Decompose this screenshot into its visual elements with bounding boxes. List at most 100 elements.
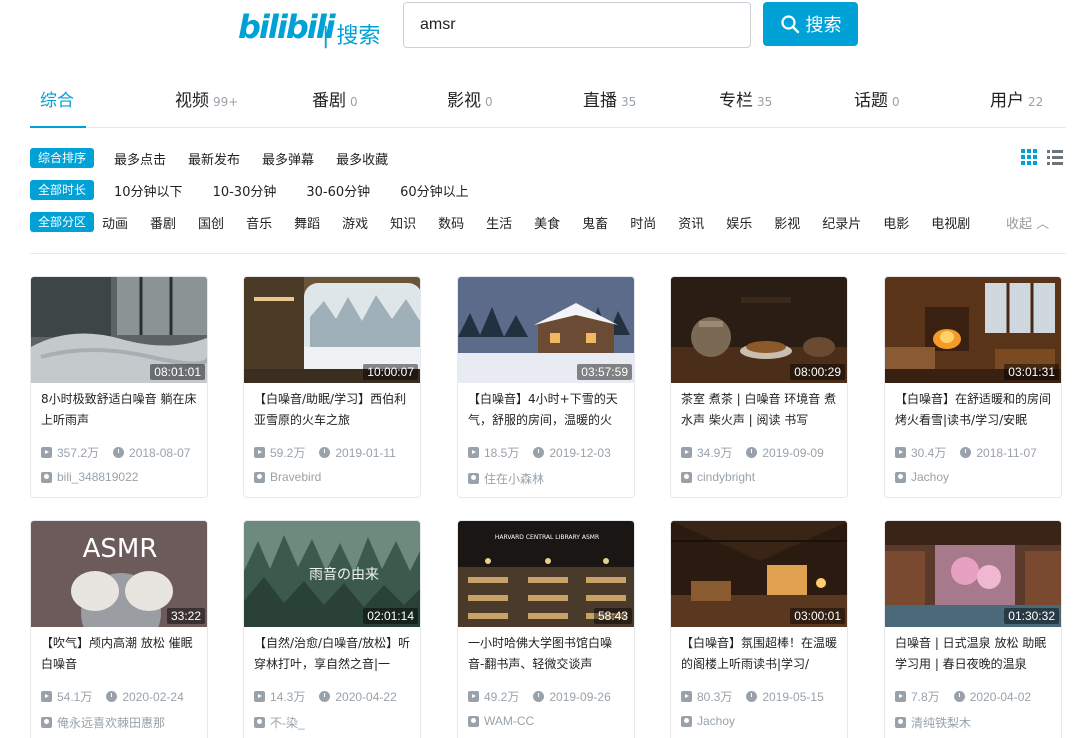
duration-option[interactable]: 10分钟以下 [114,181,183,200]
uploader[interactable]: WAM-CC [468,714,534,728]
tab-count: 22 [1028,95,1044,109]
video-thumbnail[interactable]: 03:57:59 [458,277,634,383]
video-title[interactable]: 8小时极致舒适白噪音 躺在床上听雨声 [41,389,201,431]
duration-option[interactable]: 30-60分钟 [306,181,370,200]
uploader-icon [41,717,52,728]
header: bilibili | 搜索 搜索 [0,0,1080,52]
video-card[interactable]: ASMR 33:22 【吹气】颅内高潮 放松 催眠 白噪音 54.1万 2020… [30,520,208,738]
tab-label: 话题 [854,91,888,111]
video-title[interactable]: 茶室 煮茶 | 白噪音 环境音 煮水声 柴火声 | 阅读 书写 [681,389,841,431]
tab-label: 用户 [990,91,1024,111]
play-count-icon [254,447,265,458]
video-thumbnail[interactable]: 03:00:01 [671,521,847,627]
video-thumbnail[interactable]: 08:01:01 [31,277,207,383]
zone-option[interactable]: 番剧 [150,213,176,232]
uploader[interactable]: Bravebird [254,470,321,484]
uploader[interactable]: 不-染_ [254,714,305,731]
zone-option[interactable]: 音乐 [246,213,272,232]
video-title[interactable]: 【白噪音】氛围超棒！在温暖的阁楼上听雨读书|学习/ [681,633,841,675]
uploader[interactable]: cindybright [681,470,755,484]
duration-option[interactable]: 10-30分钟 [213,181,277,200]
zone-all-chip[interactable]: 全部分区 [30,212,95,232]
uploader[interactable]: 俺永远喜欢棘田惠那 [41,714,165,731]
video-thumbnail[interactable]: ASMR 33:22 [31,521,207,627]
tab-video[interactable]: 视频 99+ [175,86,238,111]
video-card[interactable]: 03:01:31 【白噪音】在舒适暖和的房间烤火看雪|读书/学习/安眠 30.4… [884,276,1062,498]
sort-option[interactable]: 最多收藏 [336,149,388,168]
grid-view-icon[interactable] [1020,148,1038,166]
zone-option[interactable]: 数码 [438,213,464,232]
video-title[interactable]: 【白噪音/助眠/学习】西伯利亚雪原的火车之旅 [254,389,414,431]
tab-label: 视频 [175,91,209,111]
collapse-toggle[interactable]: 收起 ︿ [1006,213,1049,232]
tab-film[interactable]: 影视 0 [447,86,493,111]
video-meta: 54.1万 2020-02-24 [41,688,184,705]
uploader[interactable]: Jachoy [895,470,949,484]
video-thumbnail[interactable]: HARVARD CENTRAL LIBRARY ASMR 58:43 [458,521,634,627]
search-button[interactable]: 搜索 [763,2,858,46]
video-card[interactable]: 10:00:07 【白噪音/助眠/学习】西伯利亚雪原的火车之旅 59.2万 20… [243,276,421,498]
clock-icon [953,691,965,702]
uploader[interactable]: 住在小森林 [468,470,544,487]
video-thumbnail[interactable]: 08:00:29 [671,277,847,383]
video-card[interactable]: 08:01:01 8小时极致舒适白噪音 躺在床上听雨声 357.2万 2018-… [30,276,208,498]
upload-date: 2019-09-09 [762,445,824,460]
video-title[interactable]: 【白噪音】在舒适暖和的房间烤火看雪|读书/学习/安眠 [895,389,1055,431]
zone-option[interactable]: 电影 [883,213,909,232]
video-thumbnail[interactable]: 雨音の由来 02:01:14 [244,521,420,627]
clock-icon [113,447,125,458]
bilibili-logo[interactable]: bilibili [238,8,336,46]
play-count-icon [468,447,479,458]
clock-icon [106,691,118,702]
tab-topic[interactable]: 话题 0 [854,86,900,111]
zone-option[interactable]: 娱乐 [726,213,752,232]
video-title[interactable]: 【自然/治愈/白噪音/放松】听穿林打叶，享自然之音|一 [254,633,414,675]
video-card[interactable]: 雨音の由来 02:01:14 【自然/治愈/白噪音/放松】听穿林打叶，享自然之音… [243,520,421,738]
zone-option[interactable]: 游戏 [342,213,368,232]
video-card[interactable]: 01:30:32 白噪音 | 日式温泉 放松 助眠 学习用 | 春日夜晚的温泉 … [884,520,1062,738]
zone-option[interactable]: 国创 [198,213,224,232]
sort-default-chip[interactable]: 综合排序 [30,148,95,168]
zone-option[interactable]: 纪录片 [822,213,861,232]
zone-option[interactable]: 知识 [390,213,416,232]
list-view-icon[interactable] [1046,148,1064,166]
duration-option[interactable]: 60分钟以上 [400,181,469,200]
sort-option[interactable]: 最新发布 [188,149,240,168]
zone-option[interactable]: 影视 [774,213,800,232]
tab-bangumi[interactable]: 番剧 0 [312,86,358,111]
video-thumbnail[interactable]: 03:01:31 [885,277,1061,383]
uploader[interactable]: bili_348819022 [41,470,138,484]
video-title[interactable]: 【吹气】颅内高潮 放松 催眠 白噪音 [41,633,201,675]
zone-option[interactable]: 生活 [486,213,512,232]
zone-option[interactable]: 鬼畜 [582,213,608,232]
duration-all-chip[interactable]: 全部时长 [30,180,95,200]
search-input[interactable] [403,2,751,48]
uploader[interactable]: Jachoy [681,714,735,728]
tab-article[interactable]: 专栏 35 [719,86,772,111]
video-title[interactable]: 【白噪音】4小时+下雪的天气，舒服的房间，温暖的火 [468,389,628,431]
video-card[interactable]: 03:57:59 【白噪音】4小时+下雪的天气，舒服的房间，温暖的火 18.5万… [457,276,635,498]
video-card[interactable]: 08:00:29 茶室 煮茶 | 白噪音 环境音 煮水声 柴火声 | 阅读 书写… [670,276,848,498]
video-title[interactable]: 一小时哈佛大学图书馆白噪音-翻书声、轻微交谈声 [468,633,628,675]
video-thumbnail[interactable]: 10:00:07 [244,277,420,383]
sort-option[interactable]: 最多弹幕 [262,149,314,168]
zone-option[interactable]: 时尚 [630,213,656,232]
video-thumbnail[interactable]: 01:30:32 [885,521,1061,627]
video-card[interactable]: HARVARD CENTRAL LIBRARY ASMR 58:43 一小时哈佛… [457,520,635,738]
sort-filter-row: 综合排序 最多点击 最新发布 最多弹幕 最多收藏 [30,147,410,169]
zone-option[interactable]: 舞蹈 [294,213,320,232]
sort-option[interactable]: 最多点击 [114,149,166,168]
upload-date: 2019-01-11 [335,445,396,460]
play-count-icon [681,691,692,702]
zone-option[interactable]: 资讯 [678,213,704,232]
zone-option[interactable]: 美食 [534,213,560,232]
video-title[interactable]: 白噪音 | 日式温泉 放松 助眠 学习用 | 春日夜晚的温泉 [895,633,1055,675]
uploader-icon [468,715,479,727]
zone-option[interactable]: 电视剧 [931,213,970,232]
zone-option[interactable]: 动画 [102,213,128,232]
video-card[interactable]: 03:00:01 【白噪音】氛围超棒！在温暖的阁楼上听雨读书|学习/ 80.3万… [670,520,848,738]
uploader[interactable]: 清纯铁梨木 [895,714,971,731]
tab-all[interactable]: 综合 [40,86,74,111]
tab-user[interactable]: 用户 22 [990,86,1043,111]
tab-live[interactable]: 直播 35 [583,86,636,111]
